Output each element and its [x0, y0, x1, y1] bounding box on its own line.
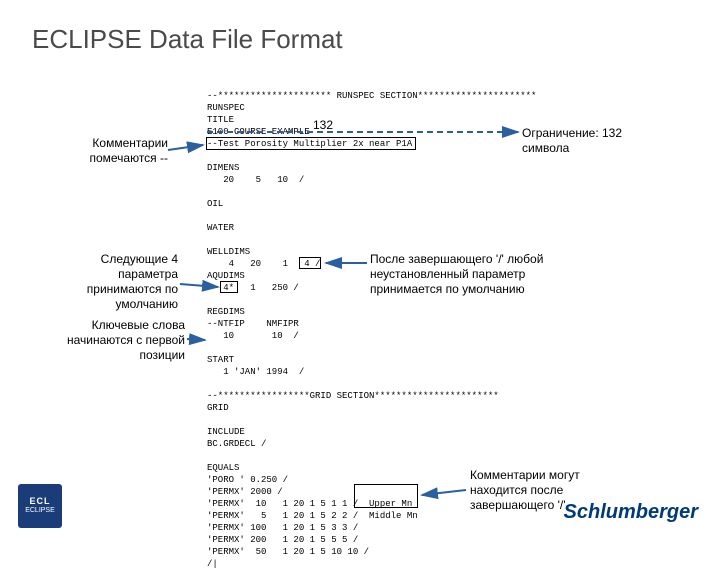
annotation-keywords-col1: Ключевые слова начинаются с первой позиц… [40, 318, 185, 363]
box-comment-line [206, 137, 416, 150]
ecl-logo: ECL ECLIPSE [18, 484, 62, 528]
ecl-logo-top: ECL [30, 496, 51, 506]
box-aqudims-defaults [220, 281, 238, 293]
label-132: 132 [313, 118, 333, 132]
ecl-logo-bottom: ECLIPSE [25, 506, 55, 516]
annotation-comments-dashes: Комментарии помечаются -- [48, 136, 168, 166]
page-title: ECLIPSE Data File Format [32, 24, 343, 55]
annotation-four-defaults: Следующие 4 параметра принимаются по умо… [48, 252, 178, 312]
annotation-slash-default: После завершающего '/' любой неустановле… [370, 252, 650, 297]
schlumberger-logo: Schlumberger [564, 501, 698, 524]
annotation-132-limit: Ограничение: 132 символа [522, 126, 692, 156]
box-equals-comments [354, 484, 418, 508]
box-welldims-slash [299, 257, 321, 269]
